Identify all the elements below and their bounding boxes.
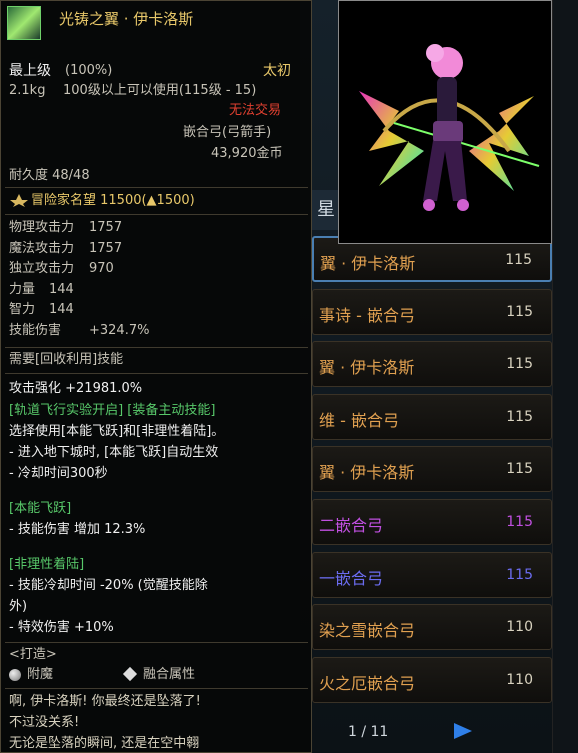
stat-value: 970 [89,261,114,277]
stat-label: 技能伤害 [9,323,62,338]
list-item-name: 染之雪嵌合弓 [319,621,416,641]
list-item-level: 115 [506,461,533,478]
landing-effect-2: 外) [9,599,28,614]
list-item[interactable]: 火之厄嵌合弓 110 [312,656,552,703]
grade-label: 太初 [263,63,291,79]
divider [5,642,308,643]
skill-desc-4: - 冷却时间300秒 [9,466,108,481]
divider [5,187,308,188]
stat-label: 力量 [9,281,36,297]
item-weight: 2.1kg [9,83,46,98]
list-item[interactable]: 二嵌合弓 115 [312,499,552,545]
stat-label: 物理攻击力 [9,220,75,235]
list-item-name: 维 - 嵌合弓 [319,410,399,430]
adventurer-fame: 冒险家名望 11500(▲1500) [31,193,195,208]
level-requirement: 100级以上可以使用(115级 - 15) [63,83,257,98]
list-partial-header: 星 [312,190,340,230]
fame-icon [10,194,28,207]
list-item-name: 翼 · 伊卡洛斯 [319,463,415,483]
page-indicator: 1 / 11 [348,724,389,740]
list-item[interactable]: 一嵌合弓 115 [312,551,552,598]
list-item-name: 翼 · 伊卡洛斯 [319,358,415,378]
item-icon [7,6,41,40]
list-item[interactable]: 翼 · 伊卡洛斯 115 [312,341,552,388]
leap-title: [本能飞跃] [9,501,72,516]
list-item-level: 115 [506,408,533,425]
stat-value: 1757 [89,240,123,256]
divider [5,688,308,689]
recycle-requirement: 需要[回收利用]技能 [9,352,124,367]
durability: 耐久度 48/48 [9,168,90,183]
list-item-name: 二嵌合弓 [319,516,384,535]
flavor-text-1: 啊, 伊卡洛斯! 你最终还是坠落了! [9,694,201,709]
list-item[interactable]: 染之雪嵌合弓 110 [312,604,552,651]
item-name: 光铸之翼 · 伊卡洛斯 [59,10,194,28]
item-type: 嵌合弓(弓箭手) [183,125,272,140]
list-item-level: 115 [506,566,533,583]
stat-value: +324.7% [89,323,150,338]
stat-value: 144 [49,302,74,318]
skill-desc-2: 选择使用[本能飞跃]和[非理性着陆]。 [9,424,225,439]
list-item-level: 115 [506,356,533,373]
list-item-level: 115 [506,514,533,530]
flavor-text-2: 不过没关系! [9,715,80,730]
list-item-name: 火之厄嵌合弓 [319,673,416,693]
item-price: 43,920金币 [211,146,283,161]
list-item[interactable]: 事诗 - 嵌合弓 115 [312,288,552,335]
skill-desc-3: - 进入地下城时, [本能飞跃]自动生效 [9,445,219,460]
fusion-slot-icon [122,666,138,682]
list-item-level: 115 [505,252,532,268]
list-item-name: 事诗 - 嵌合弓 [319,305,415,325]
trade-status: 无法交易 [229,103,282,118]
stat-value: 144 [49,281,74,297]
stat-value: 1757 [89,220,123,235]
stat-label: 独立攻击力 [9,261,75,277]
flavor-text-3: 无论是坠落的瞬间, 还是在空中翱 [9,736,200,751]
list-item-level: 110 [506,671,533,688]
attack-boost: 攻击强化 +21981.0% [9,381,143,396]
stat-label: 魔法攻击力 [9,240,75,256]
next-page-arrow-icon[interactable] [452,722,474,740]
leap-effect: - 技能伤害 增加 12.3% [9,522,146,537]
landing-effect-3: - 特效伤害 +10% [9,620,114,635]
list-item-level: 110 [506,619,533,636]
list-item-name: 翼 · 伊卡洛斯 [320,254,416,273]
list-item-name: 一嵌合弓 [319,568,384,588]
landing-title: [非理性着陆] [9,557,85,572]
rarity-percent: (100%) [65,63,113,78]
item-preview-window [338,0,552,244]
skill-desc-1: [轨道飞行实验开启] [装备主动技能] [9,403,216,418]
enchant-label: 附魔 [27,667,54,682]
divider [5,214,308,215]
stat-label: 智力 [9,302,36,318]
rarity-label: 最上级 [9,63,51,79]
divider [5,373,308,374]
list-item-level: 115 [506,303,533,320]
landing-effect-1: - 技能冷却时间 -20% (觉醒技能除 [9,578,208,593]
enchant-slot-icon [9,669,21,681]
right-side-panel [552,0,578,753]
forge-title: <打造> [9,647,57,662]
list-item[interactable]: 翼 · 伊卡洛斯 115 [312,446,552,493]
list-item[interactable]: 维 - 嵌合弓 115 [312,393,552,440]
divider [5,347,308,348]
archer-character-image [359,44,540,211]
item-tooltip: 光铸之翼 · 伊卡洛斯 最上级 (100%) 太初 2.1kg 100级以上可以… [0,0,312,753]
fusion-label: 融合属性 [143,667,196,682]
